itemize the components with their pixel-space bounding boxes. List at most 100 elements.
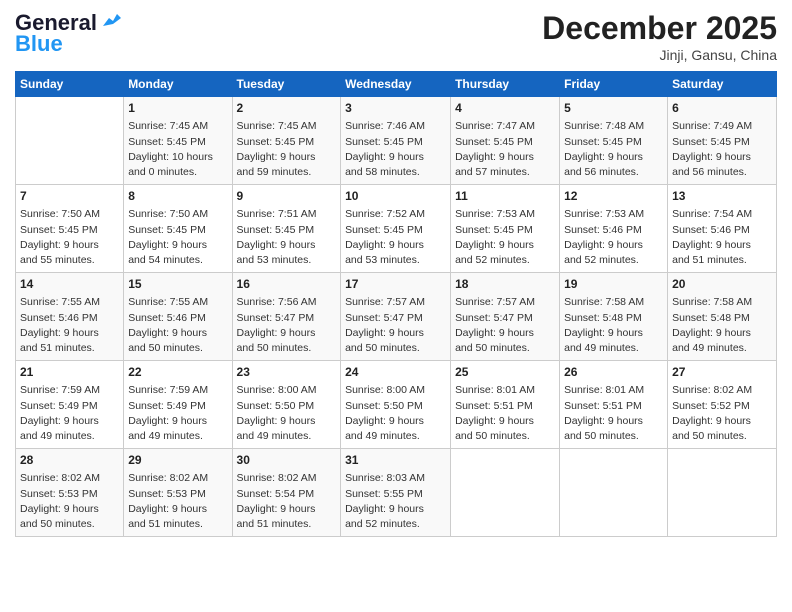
day-info-line: Sunrise: 7:51 AM	[237, 207, 337, 222]
day-info-line: Daylight: 9 hours	[20, 326, 119, 341]
day-info-line: and 56 minutes.	[672, 165, 772, 180]
day-info-line: Sunrise: 7:59 AM	[20, 383, 119, 398]
day-number: 31	[345, 452, 446, 469]
calendar-cell: 8Sunrise: 7:50 AMSunset: 5:45 PMDaylight…	[124, 185, 232, 273]
calendar-cell	[16, 97, 124, 185]
day-info-line: Daylight: 9 hours	[20, 502, 119, 517]
calendar-cell: 26Sunrise: 8:01 AMSunset: 5:51 PMDayligh…	[560, 361, 668, 449]
day-info-line: and 52 minutes.	[455, 253, 555, 268]
calendar-header-row: SundayMondayTuesdayWednesdayThursdayFrid…	[16, 72, 777, 97]
day-info-line: Daylight: 9 hours	[345, 238, 446, 253]
day-info-line: Sunrise: 7:57 AM	[345, 295, 446, 310]
day-info-line: Daylight: 9 hours	[128, 502, 227, 517]
day-number: 11	[455, 188, 555, 205]
calendar-header-sunday: Sunday	[16, 72, 124, 97]
day-info-line: Daylight: 9 hours	[564, 150, 663, 165]
day-info-line: and 53 minutes.	[237, 253, 337, 268]
day-info-line: Sunrise: 7:57 AM	[455, 295, 555, 310]
day-info-line: Sunrise: 8:02 AM	[672, 383, 772, 398]
day-info-line: Sunrise: 7:47 AM	[455, 119, 555, 134]
calendar-cell: 27Sunrise: 8:02 AMSunset: 5:52 PMDayligh…	[668, 361, 777, 449]
day-info-line: and 51 minutes.	[672, 253, 772, 268]
day-info-line: Sunset: 5:53 PM	[20, 487, 119, 502]
day-info-line: Daylight: 9 hours	[20, 414, 119, 429]
day-info-line: Sunset: 5:45 PM	[20, 223, 119, 238]
day-number: 1	[128, 100, 227, 117]
calendar-cell: 21Sunrise: 7:59 AMSunset: 5:49 PMDayligh…	[16, 361, 124, 449]
day-info-line: Sunrise: 7:45 AM	[237, 119, 337, 134]
day-info-line: Sunset: 5:45 PM	[672, 135, 772, 150]
day-info-line: Sunrise: 7:55 AM	[128, 295, 227, 310]
day-info-line: Sunset: 5:54 PM	[237, 487, 337, 502]
calendar-cell: 22Sunrise: 7:59 AMSunset: 5:49 PMDayligh…	[124, 361, 232, 449]
day-number: 25	[455, 364, 555, 381]
day-info-line: Sunrise: 7:55 AM	[20, 295, 119, 310]
calendar-week-row: 28Sunrise: 8:02 AMSunset: 5:53 PMDayligh…	[16, 449, 777, 537]
day-info-line: and 51 minutes.	[237, 517, 337, 532]
day-info-line: Sunrise: 8:01 AM	[455, 383, 555, 398]
day-info-line: and 52 minutes.	[564, 253, 663, 268]
calendar-cell: 23Sunrise: 8:00 AMSunset: 5:50 PMDayligh…	[232, 361, 341, 449]
day-info-line: Sunset: 5:53 PM	[128, 487, 227, 502]
day-info-line: Sunrise: 8:00 AM	[345, 383, 446, 398]
day-info-line: Sunrise: 7:56 AM	[237, 295, 337, 310]
day-info-line: Sunrise: 8:01 AM	[564, 383, 663, 398]
calendar-table: SundayMondayTuesdayWednesdayThursdayFrid…	[15, 71, 777, 537]
day-info-line: Sunset: 5:48 PM	[672, 311, 772, 326]
day-info-line: Sunrise: 7:53 AM	[455, 207, 555, 222]
calendar-cell: 18Sunrise: 7:57 AMSunset: 5:47 PMDayligh…	[451, 273, 560, 361]
calendar-header-saturday: Saturday	[668, 72, 777, 97]
day-number: 13	[672, 188, 772, 205]
location-subtitle: Jinji, Gansu, China	[542, 47, 777, 63]
day-info-line: Sunset: 5:50 PM	[237, 399, 337, 414]
day-info-line: Sunrise: 7:53 AM	[564, 207, 663, 222]
calendar-cell: 11Sunrise: 7:53 AMSunset: 5:45 PMDayligh…	[451, 185, 560, 273]
calendar-cell: 14Sunrise: 7:55 AMSunset: 5:46 PMDayligh…	[16, 273, 124, 361]
calendar-cell: 4Sunrise: 7:47 AMSunset: 5:45 PMDaylight…	[451, 97, 560, 185]
calendar-week-row: 7Sunrise: 7:50 AMSunset: 5:45 PMDaylight…	[16, 185, 777, 273]
logo-bird-icon	[99, 10, 121, 32]
day-info-line: and 53 minutes.	[345, 253, 446, 268]
day-info-line: Daylight: 9 hours	[237, 414, 337, 429]
day-info-line: and 59 minutes.	[237, 165, 337, 180]
calendar-cell: 5Sunrise: 7:48 AMSunset: 5:45 PMDaylight…	[560, 97, 668, 185]
day-number: 8	[128, 188, 227, 205]
day-number: 23	[237, 364, 337, 381]
calendar-header-wednesday: Wednesday	[341, 72, 451, 97]
day-number: 22	[128, 364, 227, 381]
day-info-line: Sunset: 5:47 PM	[455, 311, 555, 326]
day-info-line: Daylight: 9 hours	[237, 326, 337, 341]
day-info-line: Daylight: 9 hours	[672, 150, 772, 165]
calendar-cell: 19Sunrise: 7:58 AMSunset: 5:48 PMDayligh…	[560, 273, 668, 361]
day-number: 7	[20, 188, 119, 205]
day-info-line: Sunrise: 7:48 AM	[564, 119, 663, 134]
day-info-line: Sunset: 5:46 PM	[128, 311, 227, 326]
day-number: 12	[564, 188, 663, 205]
day-info-line: Sunset: 5:51 PM	[455, 399, 555, 414]
day-info-line: Sunrise: 7:46 AM	[345, 119, 446, 134]
day-info-line: and 57 minutes.	[455, 165, 555, 180]
day-info-line: Daylight: 9 hours	[237, 238, 337, 253]
day-info-line: and 50 minutes.	[128, 341, 227, 356]
day-info-line: Sunset: 5:52 PM	[672, 399, 772, 414]
title-block: December 2025 Jinji, Gansu, China	[542, 10, 777, 63]
day-info-line: Sunrise: 7:58 AM	[564, 295, 663, 310]
day-info-line: Daylight: 9 hours	[672, 238, 772, 253]
day-info-line: Sunset: 5:46 PM	[672, 223, 772, 238]
day-info-line: Daylight: 9 hours	[455, 326, 555, 341]
calendar-cell: 25Sunrise: 8:01 AMSunset: 5:51 PMDayligh…	[451, 361, 560, 449]
day-number: 26	[564, 364, 663, 381]
calendar-cell: 3Sunrise: 7:46 AMSunset: 5:45 PMDaylight…	[341, 97, 451, 185]
day-number: 9	[237, 188, 337, 205]
calendar-week-row: 21Sunrise: 7:59 AMSunset: 5:49 PMDayligh…	[16, 361, 777, 449]
day-info-line: and 50 minutes.	[455, 429, 555, 444]
day-number: 28	[20, 452, 119, 469]
calendar-week-row: 1Sunrise: 7:45 AMSunset: 5:45 PMDaylight…	[16, 97, 777, 185]
calendar-cell: 17Sunrise: 7:57 AMSunset: 5:47 PMDayligh…	[341, 273, 451, 361]
day-number: 10	[345, 188, 446, 205]
calendar-cell: 1Sunrise: 7:45 AMSunset: 5:45 PMDaylight…	[124, 97, 232, 185]
day-info-line: and 58 minutes.	[345, 165, 446, 180]
day-info-line: Daylight: 9 hours	[564, 238, 663, 253]
day-info-line: and 49 minutes.	[564, 341, 663, 356]
day-info-line: Daylight: 10 hours	[128, 150, 227, 165]
